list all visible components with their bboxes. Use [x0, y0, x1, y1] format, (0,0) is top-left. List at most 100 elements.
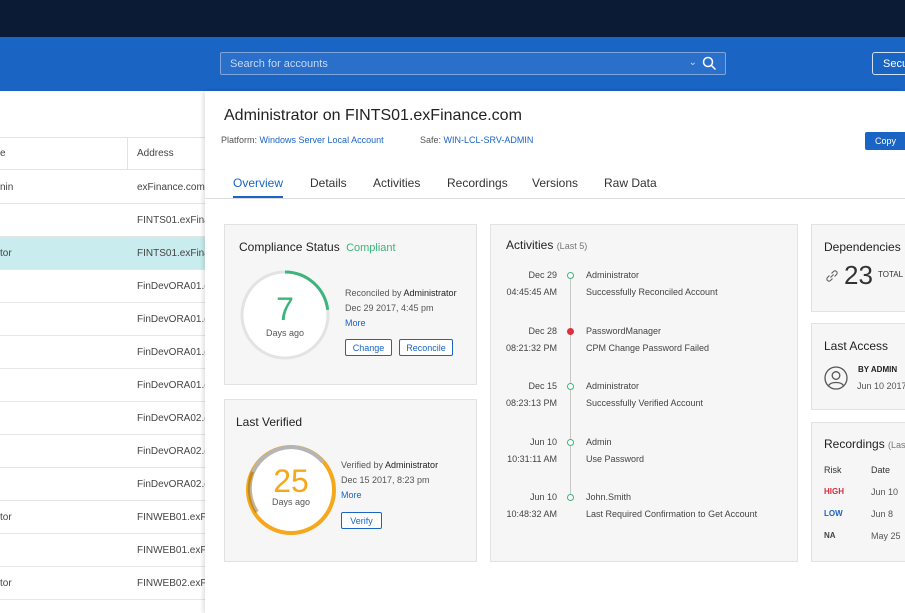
activity-date: Jun 10 [529, 436, 557, 447]
recording-date[interactable]: Jun 10 [871, 487, 898, 497]
table-row[interactable]: tor FINWEB01.exFir [0, 501, 205, 534]
row-address-cell: FINWEB01.exFir [137, 545, 205, 556]
recording-date[interactable]: May 25 [871, 531, 901, 541]
row-address-cell: FinDevORA02.e [137, 479, 205, 490]
table-row[interactable]: FinDevORA02.e [0, 435, 205, 468]
top-bar [0, 0, 905, 37]
verified-more-link[interactable]: More [341, 490, 362, 500]
row-address-cell: FinDevORA02.e [137, 446, 205, 457]
platform-meta: Platform: Windows Server Local Account [221, 135, 384, 145]
table-row[interactable]: FinDevORA01.e [0, 336, 205, 369]
activity-status-dot [567, 383, 574, 390]
compliance-title-text: Compliance Status [239, 240, 340, 254]
recordings-subtitle: (Las [888, 440, 905, 450]
activity-message: Successfully Reconciled Account [586, 287, 718, 297]
dependencies-count: 23 [844, 260, 873, 290]
tab-details[interactable]: Details [310, 176, 347, 190]
search-icon[interactable] [702, 56, 717, 71]
chevron-down-icon[interactable]: ⌄ [689, 57, 697, 68]
row-name-cell: nin [0, 182, 14, 193]
row-address-cell: FinDevORA01.e [137, 347, 205, 358]
recordings-risk-header: Risk [824, 465, 842, 475]
activities-subtitle: (Last 5) [556, 241, 588, 251]
reconciled-by-user: Administrator [403, 288, 457, 298]
table-row[interactable]: tor FINWEB02.exFir [0, 567, 205, 600]
table-row[interactable]: tor FINTS01.exFinan [0, 237, 205, 270]
table-row[interactable]: FinDevORA02.e [0, 402, 205, 435]
last-access-by: BY ADMIN [858, 365, 898, 374]
tab-raw-data[interactable]: Raw Data [604, 176, 657, 190]
platform-link[interactable]: Windows Server Local Account [260, 135, 384, 145]
table-row[interactable]: FINTS01.exFinan [0, 204, 205, 237]
row-name-cell: tor [0, 578, 12, 589]
dependencies-title: Dependencies [824, 240, 901, 254]
activity-message: Successfully Verified Account [586, 398, 704, 408]
recordings-date-header: Date [871, 465, 891, 475]
reconciled-date: Dec 29 2017, 4:45 pm [345, 303, 434, 313]
row-address-cell: FINTS01.exFinan [137, 215, 205, 226]
account-title: Administrator on FINTS01.exFinance.com [224, 107, 522, 124]
last-access-date: Jun 10 2017 [857, 381, 905, 391]
table-row[interactable]: FinDevORA01.e [0, 369, 205, 402]
column-header-address[interactable]: Address [137, 148, 174, 159]
change-button[interactable]: Change [345, 339, 392, 356]
activity-message: Use Password [586, 453, 645, 464]
table-row[interactable]: FINWEB01.exFir [0, 534, 205, 567]
verified-days: 25 [273, 463, 309, 499]
recording-date[interactable]: Jun 8 [871, 509, 893, 519]
dependencies-card: Dependencies 23 TOTAL [811, 224, 905, 312]
recording-risk: LOW [824, 509, 843, 518]
recording-risk: HIGH [824, 487, 844, 496]
activity-item: Dec 29 04:45:45 AM Administrator Successful… [491, 270, 797, 310]
table-row[interactable]: FinDevORA01.e [0, 303, 205, 336]
compliance-title: Compliance Status Compliant [239, 240, 396, 254]
activity-date: Dec 28 [528, 325, 557, 336]
activity-user: PasswordManager [586, 325, 662, 336]
activity-status-dot [567, 438, 574, 446]
row-address-cell: FinDevORA01.e [137, 281, 205, 292]
activity-item: Dec 28 08:21:32 PM PasswordManager CPM Chan… [491, 326, 797, 366]
verified-days-label: Days ago [271, 497, 311, 507]
verified-by: Verified by Administrator [341, 460, 438, 470]
tab-recordings[interactable]: Recordings [447, 176, 508, 190]
recordings-title-text: Recordings [824, 437, 885, 451]
search-input[interactable]: Search for accounts ⌄ [220, 52, 726, 75]
row-address-cell: FinDevORA01.e [137, 380, 205, 391]
safe-link[interactable]: WIN-LCL-SRV-ADMIN [444, 135, 534, 145]
safe-meta: Safe: WIN-LCL-SRV-ADMIN [420, 135, 533, 145]
last-access-title: Last Access [824, 339, 889, 353]
reconcile-button[interactable]: Reconcile [399, 339, 453, 356]
activities-title-text: Activities [506, 238, 554, 252]
activity-status-dot [567, 272, 574, 279]
recordings-title: Recordings (Las [824, 437, 905, 451]
activity-status-dot [567, 327, 574, 335]
recordings-card: Recordings (Las Risk Date HIGH Jun 10 LOW J… [811, 422, 905, 562]
compliance-card: Compliance Status Compliant 7 Days ago R… [224, 224, 477, 385]
security-button[interactable]: Secu [872, 52, 905, 75]
safe-label: Safe: [420, 135, 442, 145]
copy-button[interactable]: Copy [865, 132, 905, 150]
last-verified-title: Last Verified [236, 415, 303, 429]
tab-activities[interactable]: Activities [373, 176, 420, 190]
activity-time: 10:31:11 AM [507, 453, 557, 464]
tab-bar: Overview Details Activities Recordings V… [205, 171, 905, 199]
row-address-cell: exFinance.com [137, 182, 205, 193]
verified-by-user: Administrator [385, 460, 439, 470]
table-row[interactable]: nin exFinance.com [0, 171, 205, 204]
table-row[interactable]: FinDevORA01.e [0, 270, 205, 303]
row-address-cell: FINWEB02.exFir [137, 578, 205, 589]
verified-by-prefix: Verified by [341, 460, 384, 470]
activity-date: Dec 29 [528, 270, 557, 280]
verify-button[interactable]: Verify [341, 512, 382, 529]
row-address-cell: FinDevORA02.e [137, 413, 205, 424]
column-header-name[interactable]: e [0, 148, 6, 159]
compliance-status-badge: Compliant [346, 242, 396, 254]
compliance-more-link[interactable]: More [345, 318, 366, 328]
tab-overview[interactable]: Overview [233, 176, 284, 198]
verified-date: Dec 15 2017, 8:23 pm [341, 475, 430, 485]
row-address-cell: FINWEB01.exFir [137, 512, 205, 523]
tab-versions[interactable]: Versions [532, 176, 578, 190]
recording-risk: NA [824, 531, 836, 540]
table-row[interactable]: FinDevORA02.e [0, 468, 205, 501]
row-name-cell: tor [0, 512, 12, 523]
